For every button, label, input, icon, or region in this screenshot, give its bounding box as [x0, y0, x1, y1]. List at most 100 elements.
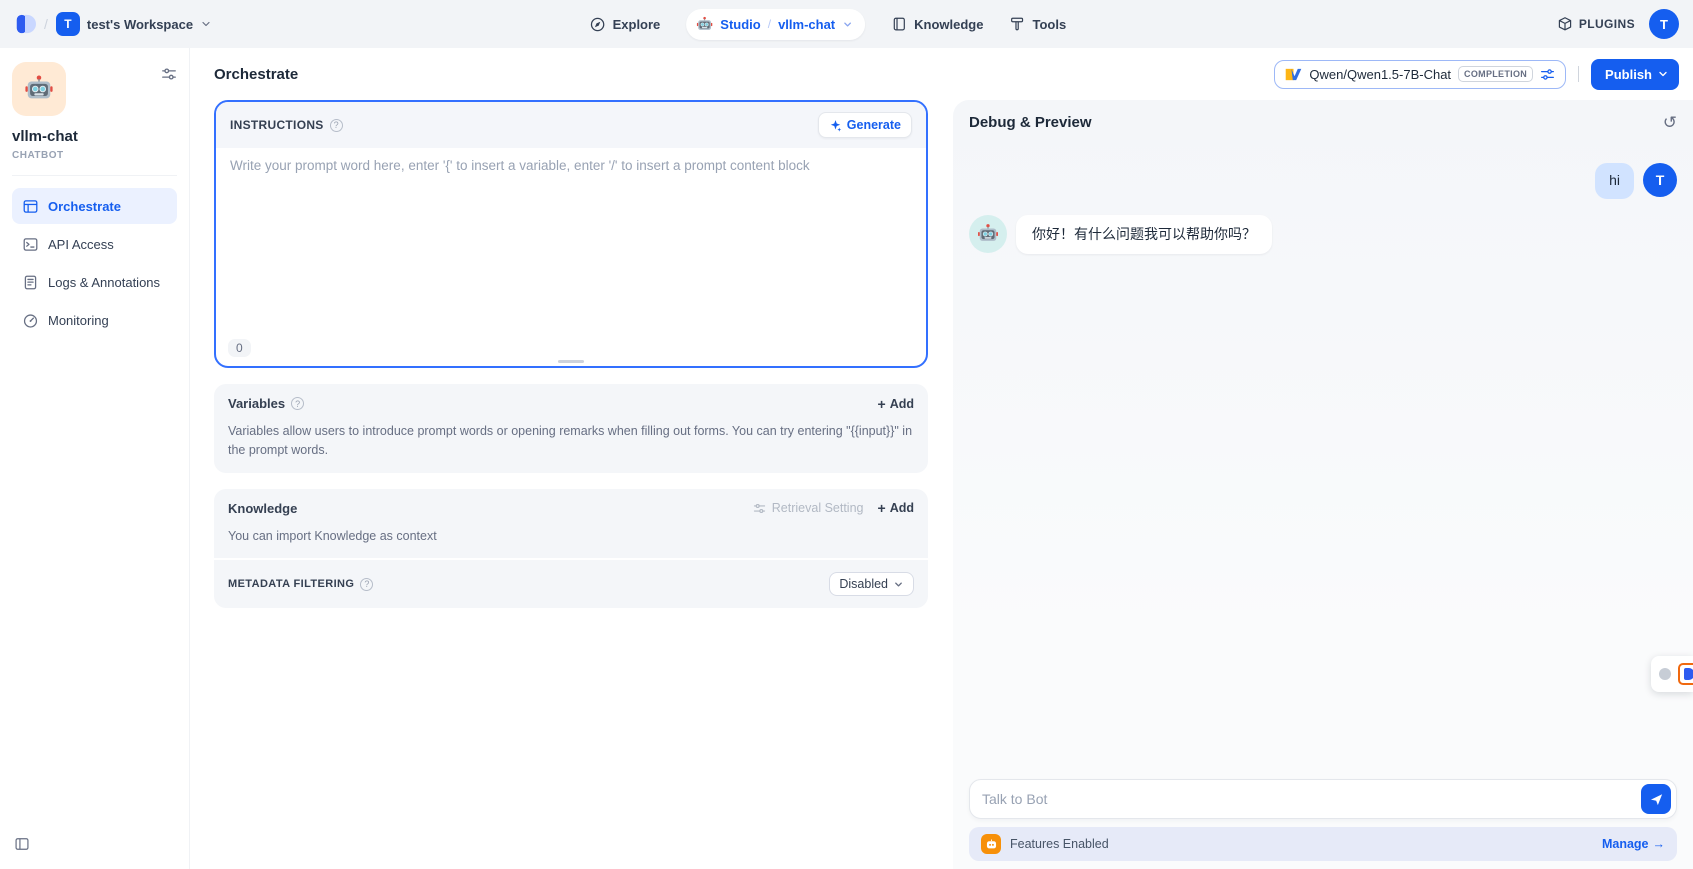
toolbar-divider: [1578, 66, 1579, 82]
add-knowledge-button[interactable]: + Add: [878, 501, 915, 515]
app-settings-icon[interactable]: [161, 66, 177, 87]
variables-title: Variables: [228, 396, 285, 411]
instructions-input[interactable]: [216, 148, 926, 366]
knowledge-panel: Knowledge Retrieval Settin: [214, 489, 928, 608]
widget-app-icon[interactable]: [1678, 663, 1693, 685]
help-icon[interactable]: ?: [360, 578, 373, 591]
help-icon[interactable]: ?: [330, 119, 343, 132]
metadata-filtering-title: METADATA FILTERING: [228, 578, 354, 590]
nav-studio-pill[interactable]: Studio / vllm-chat: [686, 9, 865, 40]
sidebar-item-api-access[interactable]: API Access: [12, 226, 177, 262]
app-icon[interactable]: [12, 62, 66, 116]
retrieval-setting-button[interactable]: Retrieval Setting: [753, 501, 864, 515]
dify-logo-icon: [14, 12, 36, 36]
features-robot-icon: [981, 834, 1001, 854]
chat-footer: Features Enabled Manage →: [953, 779, 1693, 869]
metadata-filtering-toggle[interactable]: Disabled: [829, 572, 914, 596]
manage-features-link[interactable]: Manage →: [1602, 837, 1665, 851]
char-count-badge: 0: [228, 339, 251, 357]
chat-input[interactable]: [982, 791, 1641, 807]
browser-extension-widget[interactable]: [1651, 656, 1693, 692]
chevron-down-icon: [893, 579, 904, 590]
debug-title: Debug & Preview: [969, 114, 1092, 131]
plus-icon: +: [878, 397, 886, 411]
knowledge-header: Knowledge Retrieval Settin: [228, 501, 914, 516]
plus-icon: +: [878, 501, 886, 515]
model-selector[interactable]: Qwen/Qwen1.5-7B-Chat COMPLETION: [1274, 60, 1566, 89]
arrow-right-icon: →: [1653, 837, 1666, 851]
nav-current-app-label: vllm-chat: [778, 17, 835, 32]
features-bar: Features Enabled Manage →: [969, 827, 1677, 861]
send-button[interactable]: [1641, 784, 1671, 814]
sidebar-menu: Orchestrate API Access: [12, 188, 177, 338]
sidebar-item-orchestrate[interactable]: Orchestrate: [12, 188, 177, 224]
help-icon[interactable]: ?: [291, 397, 304, 410]
nav-tools[interactable]: Tools: [1009, 16, 1066, 32]
add-label: Add: [890, 501, 914, 515]
user-chat-avatar: T: [1643, 163, 1677, 197]
model-config-icon: [1540, 67, 1555, 82]
sidebar-app-header: [12, 62, 177, 116]
collapse-sidebar-button[interactable]: [14, 836, 30, 857]
retrieval-setting-label: Retrieval Setting: [772, 501, 864, 515]
sparkles-icon: [829, 119, 842, 132]
vllm-logo: [1285, 66, 1302, 83]
sidebar-item-label: Orchestrate: [48, 199, 121, 214]
instructions-header: INSTRUCTIONS ? Generate: [216, 102, 926, 148]
model-mode-badge: COMPLETION: [1458, 66, 1533, 82]
nav-knowledge[interactable]: Knowledge: [891, 16, 983, 32]
plugins-button[interactable]: PLUGINS: [1557, 16, 1635, 32]
instructions-title: INSTRUCTIONS: [230, 118, 324, 132]
api-access-icon: [22, 236, 39, 253]
app-window: / T test's Workspace Explore: [0, 0, 1693, 869]
workspace-avatar: T: [56, 12, 80, 36]
topbar-left: / T test's Workspace: [14, 12, 212, 36]
debug-preview-panel: Debug & Preview ↺ hi T: [953, 100, 1693, 869]
pill-separator: /: [768, 17, 771, 31]
chevron-down-icon: [200, 18, 212, 30]
app-sidebar: vllm-chat CHATBOT Orchestrate: [0, 48, 190, 869]
workspace-selector[interactable]: T test's Workspace: [56, 12, 212, 36]
sidebar-item-logs-annotations[interactable]: Logs & Annotations: [12, 264, 177, 300]
generate-button[interactable]: Generate: [818, 112, 912, 138]
features-enabled-label: Features Enabled: [1010, 837, 1109, 851]
orchestrate-icon: [22, 198, 39, 215]
user-avatar[interactable]: T: [1649, 9, 1679, 39]
main-area: Orchestrate Qwen/Qwen1.5-7B-Chat COMPLET…: [190, 48, 1693, 869]
publish-label: Publish: [1605, 67, 1652, 82]
paper-plane-icon: [1649, 792, 1664, 807]
add-variable-button[interactable]: + Add: [878, 397, 915, 411]
dify-logo[interactable]: [14, 12, 36, 36]
orchestrate-config-column: INSTRUCTIONS ? Generate: [214, 100, 928, 869]
work-row: INSTRUCTIONS ? Generate: [190, 100, 1693, 869]
nav-explore[interactable]: Explore: [589, 16, 661, 33]
workspace-name: test's Workspace: [87, 17, 193, 32]
page-toolbar: Orchestrate Qwen/Qwen1.5-7B-Chat COMPLET…: [190, 48, 1693, 100]
resize-handle[interactable]: [558, 360, 584, 363]
sidebar-item-monitoring[interactable]: Monitoring: [12, 302, 177, 338]
widget-dot-icon: [1659, 668, 1671, 680]
plugins-label: PLUGINS: [1579, 17, 1635, 31]
topbar-right: PLUGINS T: [1557, 9, 1679, 39]
sidebar-item-label: API Access: [48, 237, 114, 252]
app-type-label: CHATBOT: [12, 150, 177, 161]
metadata-filtering-value: Disabled: [839, 577, 888, 591]
manage-label: Manage: [1602, 837, 1649, 851]
chat-input-container: [969, 779, 1677, 819]
studio-robot-icon: [696, 16, 713, 33]
retrieval-sliders-icon: [753, 502, 766, 515]
sliders-icon: [161, 66, 177, 82]
panel-left-icon: [14, 836, 30, 852]
metadata-filtering-row: METADATA FILTERING ? Disabled: [214, 560, 928, 608]
sidebar-divider: [12, 175, 177, 176]
robot-icon: [977, 223, 999, 245]
restart-conversation-icon[interactable]: ↺: [1663, 114, 1677, 131]
publish-button[interactable]: Publish: [1591, 59, 1679, 90]
generate-label: Generate: [847, 118, 901, 132]
nav-knowledge-label: Knowledge: [914, 17, 983, 32]
content-area: vllm-chat CHATBOT Orchestrate: [0, 48, 1693, 869]
main-navigation: Explore Studio / vllm-chat: [589, 0, 1067, 48]
chat-message-assistant: 你好！有什么问题我可以帮助你吗？: [969, 215, 1677, 255]
bot-message-bubble: 你好！有什么问题我可以帮助你吗？: [1016, 215, 1272, 255]
instructions-panel: INSTRUCTIONS ? Generate: [214, 100, 928, 368]
